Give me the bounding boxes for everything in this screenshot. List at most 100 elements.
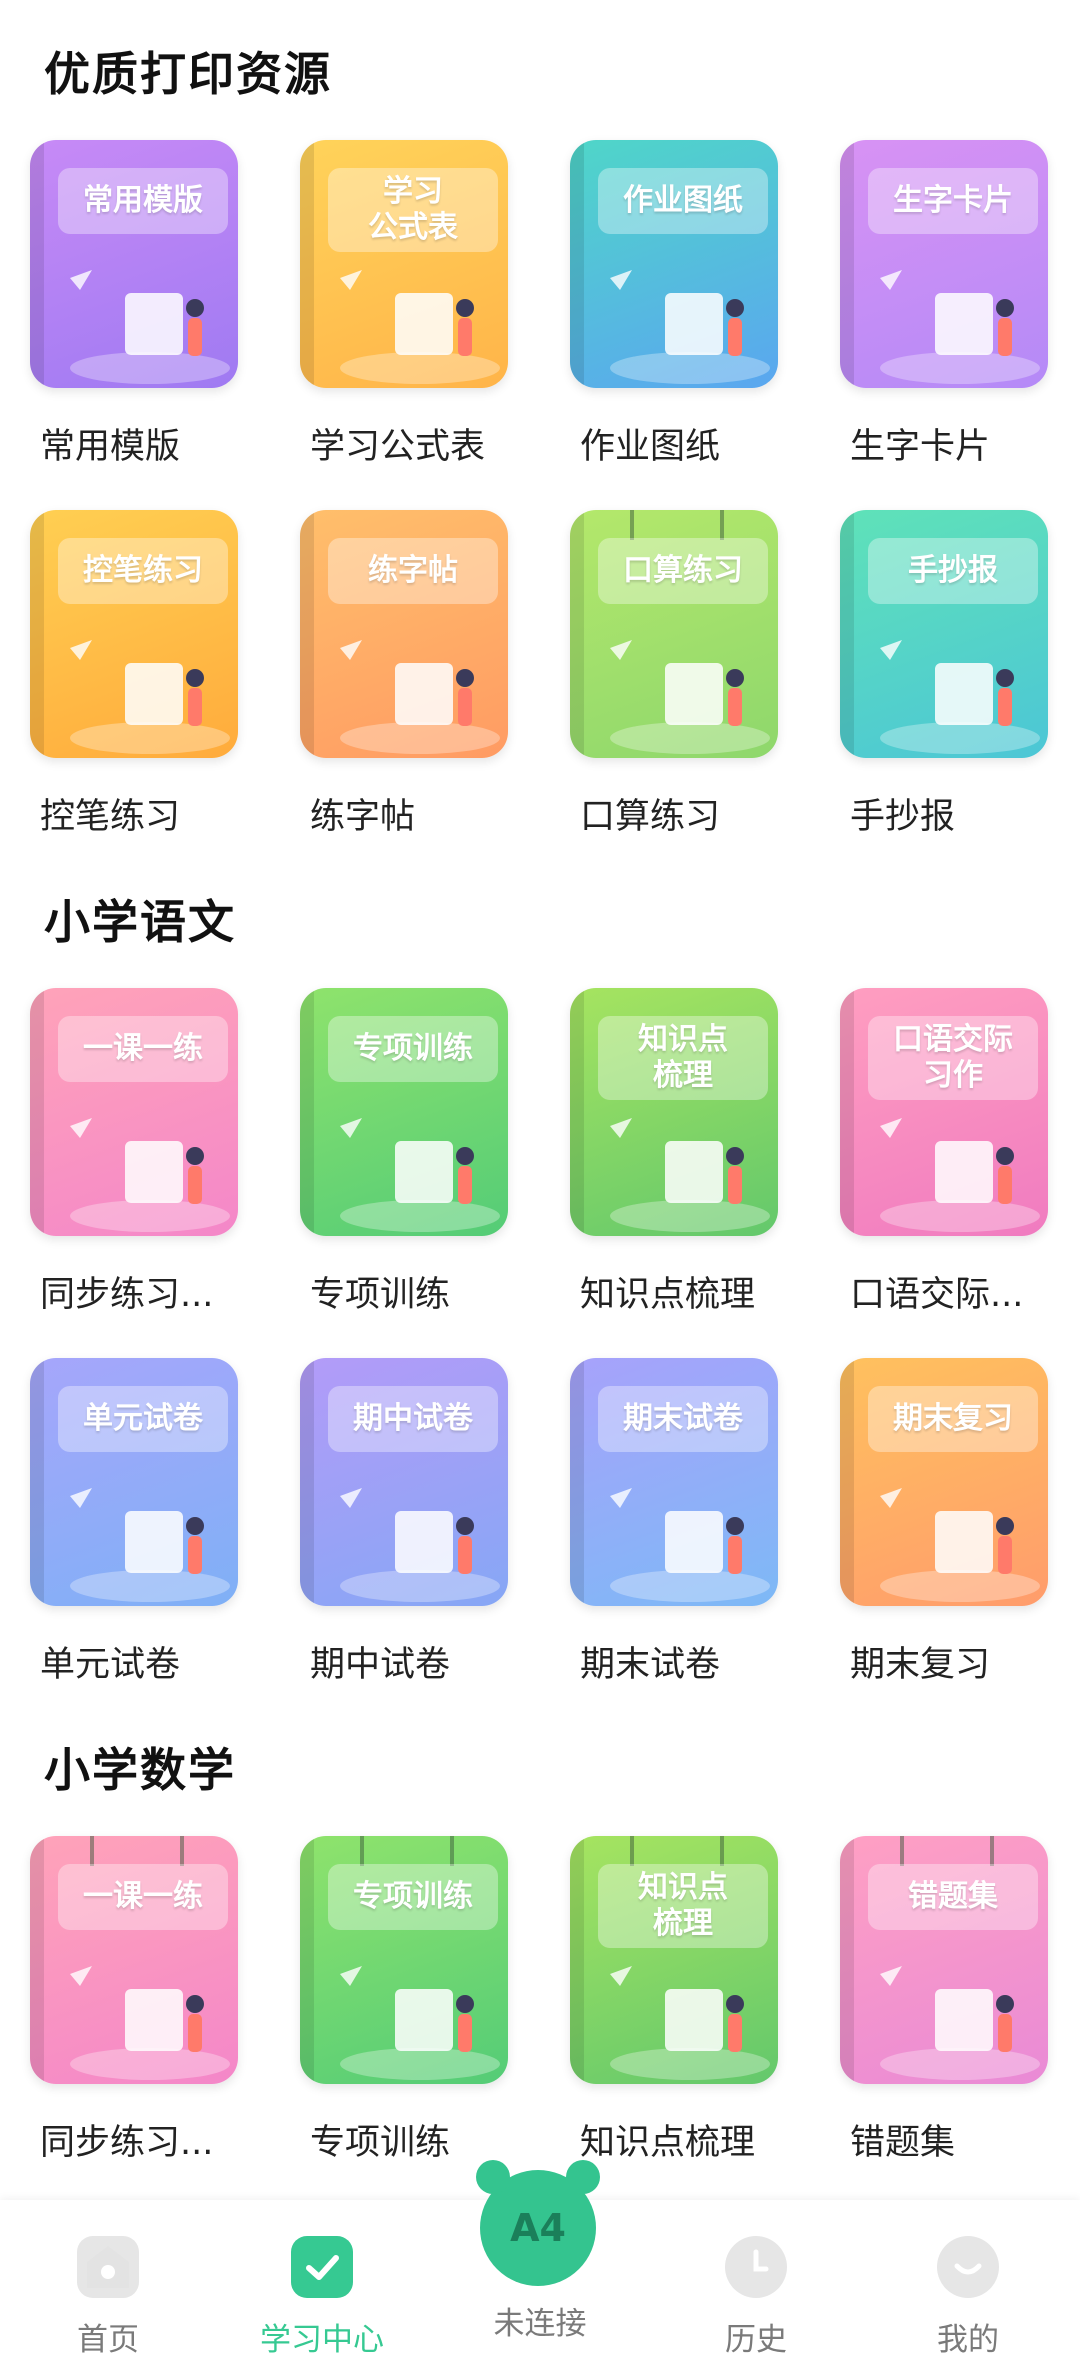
resource-card[interactable]: 口算练习 口算练习 [570,510,802,837]
book-cover: 一课一练 [30,988,238,1236]
resource-name: 知识点梳理 [580,1275,756,1315]
resource-card[interactable]: 一课一练 同步练习... [30,1836,262,2163]
hanging-string [720,510,724,540]
resource-name: 期末复习 [850,1645,991,1685]
book-cover: 单元试卷 [30,1358,238,1606]
resource-card[interactable]: 口语交际 习作 口语交际... [840,988,1072,1315]
resource-card[interactable]: 知识点 梳理 知识点梳理 [570,1836,802,2163]
cover-title: 生字卡片 [868,168,1038,234]
cover-illustration [340,270,500,384]
book-cover: 错题集 [840,1836,1048,2084]
book-cover: 控笔练习 [30,510,238,758]
resource-card[interactable]: 专项训练 专项训练 [300,1836,532,2163]
cover-title: 期末复习 [868,1386,1038,1452]
cover-title: 错题集 [868,1864,1038,1930]
resource-card[interactable]: 期末复习 期末复习 [840,1358,1072,1685]
section-chinese: 小学语文 一课一练 同步练习... 专项训练 专项训练 知识点 梳理 知识点梳理 口语交际 … [0,878,1080,1698]
resource-card[interactable]: 期末试卷 期末试卷 [570,1358,802,1685]
cover-illustration [340,640,500,754]
resource-card[interactable]: 手抄报 手抄报 [840,510,1072,837]
resource-name: 口算练习 [580,797,721,837]
cover-illustration [70,640,230,754]
book-cover: 作业图纸 [570,140,778,388]
cover-title: 一课一练 [58,1864,228,1930]
cover-illustration [610,1488,770,1602]
cover-title: 控笔练习 [58,538,228,604]
book-check-icon [291,2236,353,2298]
book-cover: 期中试卷 [300,1358,508,1606]
book-cover: 练字帖 [300,510,508,758]
resource-name: 常用模版 [40,427,181,467]
book-cover: 学习 公式表 [300,140,508,388]
resource-name: 学习公式表 [310,427,486,467]
resource-name: 知识点梳理 [580,2123,756,2163]
printer-connect-button[interactable]: A4 [476,2160,600,2286]
book-cover: 期末复习 [840,1358,1048,1606]
nav-mine[interactable]: 我的 [888,2236,1048,2359]
resource-card[interactable]: 错题集 错题集 [840,1836,1072,2163]
resource-card[interactable]: 学习 公式表学习公式表 [300,140,532,467]
cover-illustration [880,1118,1040,1232]
cover-title: 专项训练 [328,1016,498,1082]
resource-name: 专项训练 [310,2123,451,2163]
resource-name: 单元试卷 [40,1645,181,1685]
nav-study-center-label: 学习中心 [260,2322,384,2358]
resource-card[interactable]: 知识点 梳理知识点梳理 [570,988,802,1315]
resource-card[interactable]: 一课一练 同步练习... [30,988,262,1315]
section-title-text: 小学数学 [44,1743,236,1797]
cover-title: 练字帖 [328,538,498,604]
section-title: 小学语文 [40,886,236,952]
resource-card[interactable]: 生字卡片 生字卡片 [840,140,1072,467]
resource-name: 专项训练 [310,1275,451,1315]
cover-title: 单元试卷 [58,1386,228,1452]
cover-title: 作业图纸 [598,168,768,234]
a4-badge: A4 [510,2206,566,2250]
section-math: 小学数学 一课一练 同步练习... 专项训练 专项训练 知识点 梳理 知识点梳理 错题集 错题… [0,1726,1080,2186]
cover-illustration [70,1966,230,2080]
book-cover: 专项训练 [300,1836,508,2084]
resource-card[interactable]: 期中试卷 期中试卷 [300,1358,532,1685]
hanging-string [450,1836,454,1866]
resource-card[interactable]: 单元试卷 单元试卷 [30,1358,262,1685]
hanging-string [360,1836,364,1866]
bear-ear-icon [476,2160,510,2194]
resource-card[interactable]: 专项训练 专项训练 [300,988,532,1315]
cover-title: 专项训练 [328,1864,498,1930]
cover-illustration [70,270,230,384]
resource-name: 练字帖 [310,797,416,837]
cover-title: 常用模版 [58,168,228,234]
cover-title: 口算练习 [598,538,768,604]
book-cover: 知识点 梳理 [570,988,778,1236]
nav-mine-label: 我的 [937,2322,999,2358]
cover-title: 手抄报 [868,538,1038,604]
nav-home[interactable]: 首页 [28,2236,188,2359]
resource-card[interactable]: 控笔练习 控笔练习 [30,510,262,837]
resource-name: 期末试卷 [580,1645,721,1685]
nav-history[interactable]: 历史 [676,2236,836,2359]
clock-icon [725,2236,787,2298]
cover-illustration [610,1118,770,1232]
cover-illustration [340,1118,500,1232]
cover-illustration [880,640,1040,754]
book-cover: 手抄报 [840,510,1048,758]
book-cover: 口算练习 [570,510,778,758]
resource-name: 期中试卷 [310,1645,451,1685]
nav-history-label: 历史 [725,2322,787,2358]
cover-illustration [880,1488,1040,1602]
resource-name: 手抄报 [850,797,956,837]
section-quality-resources: 优质打印资源 常用模版 常用模版 学习 公式表 学习公式表 作业图纸 作业图纸 生字卡片 生字… [0,30,1080,850]
cover-title: 一课一练 [58,1016,228,1082]
hanging-string [630,1836,634,1866]
cover-illustration [340,1488,500,1602]
resource-name: 作业图纸 [580,427,721,467]
resource-name: 控笔练习 [40,797,181,837]
resource-card[interactable]: 作业图纸 作业图纸 [570,140,802,467]
cover-illustration [880,1966,1040,2080]
page: 优质打印资源 常用模版 常用模版 学习 公式表 学习公式表 作业图纸 作业图纸 生字卡片 生字… [0,0,1080,2376]
resource-card[interactable]: 练字帖 练字帖 [300,510,532,837]
resource-card[interactable]: 常用模版 常用模版 [30,140,262,467]
cover-illustration [610,1966,770,2080]
hanging-string [180,1836,184,1866]
nav-study-center[interactable]: 学习中心 [242,2236,402,2359]
home-icon [77,2236,139,2298]
